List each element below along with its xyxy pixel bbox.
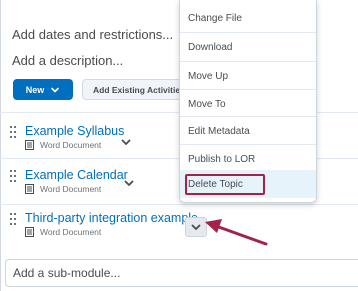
add-existing-label: Add Existing Activities [93, 84, 185, 95]
document-icon [25, 227, 34, 237]
topic-title[interactable]: Third-party integration example [25, 211, 198, 225]
chevron-down-icon [121, 139, 131, 145]
topic-menu-button[interactable] [121, 175, 137, 191]
add-existing-activities-button[interactable]: Add Existing Activities [82, 79, 186, 100]
menu-item-change-file[interactable]: Change File [180, 4, 316, 32]
topic-menu-button[interactable] [118, 134, 134, 150]
add-dates-link[interactable]: Add dates and restrictions... [12, 27, 173, 42]
add-submodule-label: Add a sub-module... [13, 266, 121, 280]
topic-title[interactable]: Example Calendar [25, 168, 128, 182]
menu-item-move-up[interactable]: Move Up [180, 62, 316, 90]
drag-handle-icon[interactable] [10, 126, 17, 138]
document-icon [25, 140, 34, 150]
new-button[interactable]: New [13, 79, 73, 100]
topic-type: Word Document [25, 227, 101, 237]
chevron-down-icon [191, 224, 201, 230]
context-menu: Change File Download Move Up Move To Edi… [179, 0, 317, 203]
menu-item-publish-to-lor[interactable]: Publish to LOR [180, 145, 316, 173]
menu-item-edit-metadata[interactable]: Edit Metadata [180, 117, 316, 145]
topic-title[interactable]: Example Syllabus [25, 124, 124, 138]
menu-item-move-to[interactable]: Move To [180, 90, 316, 118]
add-submodule-input[interactable]: Add a sub-module... [5, 259, 358, 287]
new-button-label: New [25, 84, 45, 95]
topic-type: Word Document [25, 184, 101, 194]
topic-type-label: Word Document [40, 227, 102, 237]
add-description-link[interactable]: Add a description... [12, 53, 123, 68]
panel-left-border [0, 0, 1, 291]
topic-type-label: Word Document [40, 140, 102, 150]
drag-handle-icon[interactable] [10, 170, 17, 182]
topic-menu-button-active[interactable] [185, 217, 207, 237]
topic-row: Third-party integration example Word Doc… [10, 211, 310, 241]
chevron-down-icon [51, 87, 60, 92]
menu-item-download[interactable]: Download [180, 33, 316, 61]
divider [0, 204, 358, 205]
document-icon [25, 184, 34, 194]
chevron-down-icon [124, 180, 134, 186]
drag-handle-icon[interactable] [10, 213, 17, 225]
topic-type-label: Word Document [40, 184, 102, 194]
highlight-outline [185, 174, 265, 195]
topic-type: Word Document [25, 140, 101, 150]
